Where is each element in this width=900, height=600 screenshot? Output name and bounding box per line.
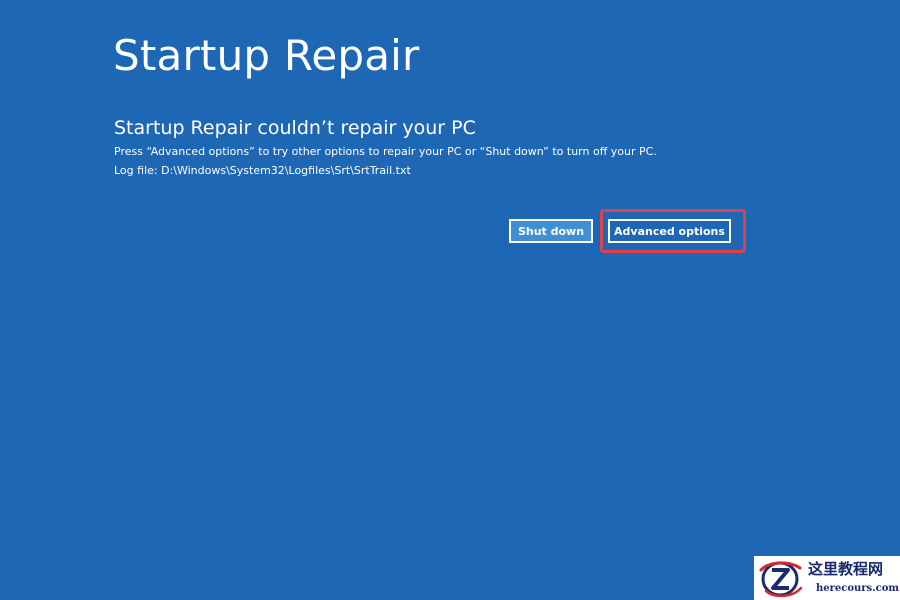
page-title: Startup Repair (113, 31, 420, 80)
z-logo-icon (759, 561, 803, 598)
advanced-options-button[interactable]: Advanced options (608, 219, 731, 243)
watermark-name: 这里教程网 (808, 560, 884, 578)
log-file-path: Log file: D:\Windows\System32\Logfiles\S… (114, 164, 411, 177)
startup-repair-screen: Startup Repair Startup Repair couldn’t r… (0, 0, 900, 600)
watermark: 这里教程网 herecours.com (754, 556, 900, 600)
instruction-text: Press “Advanced options” to try other op… (114, 145, 657, 158)
error-heading: Startup Repair couldn’t repair your PC (114, 117, 476, 139)
shut-down-button[interactable]: Shut down (509, 219, 593, 243)
watermark-url: herecours.com (816, 583, 900, 594)
